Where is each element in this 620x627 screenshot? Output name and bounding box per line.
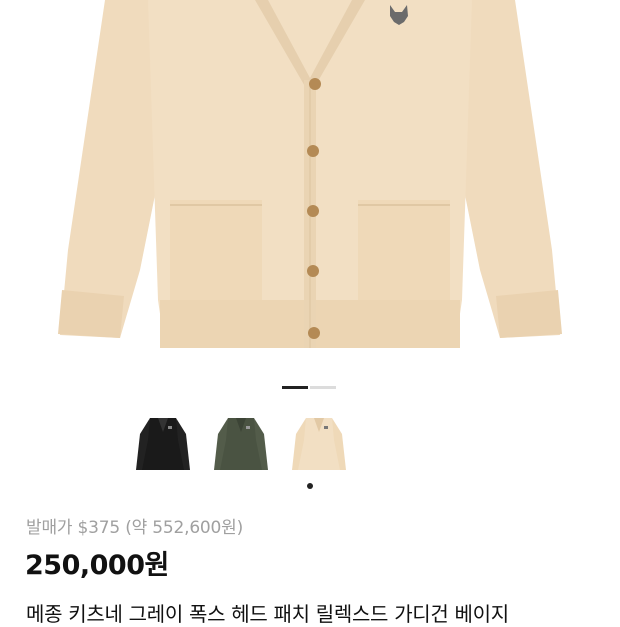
button-3 (307, 205, 319, 217)
carousel-dot-2[interactable] (310, 386, 336, 389)
variant-thumb-khaki[interactable] (210, 414, 272, 476)
variant-thumb-black[interactable] (132, 414, 194, 476)
carousel-indicator[interactable] (282, 386, 336, 389)
selected-variant-indicator (307, 483, 313, 489)
variant-thumb-beige[interactable] (288, 414, 350, 476)
button-5 (308, 327, 320, 339)
product-title: 메종 키츠네 그레이 폭스 헤드 패치 릴렉스드 가디건 베이지 (26, 602, 509, 626)
sale-price: 250,000원 (25, 550, 169, 581)
carousel-dot-1[interactable] (282, 386, 308, 389)
color-variant-list (132, 414, 350, 476)
original-price: 발매가 $375 (약 552,600원) (26, 518, 244, 538)
button-2 (307, 145, 319, 157)
product-image[interactable] (0, 0, 620, 372)
button-4 (307, 265, 319, 277)
button-1 (309, 78, 321, 90)
